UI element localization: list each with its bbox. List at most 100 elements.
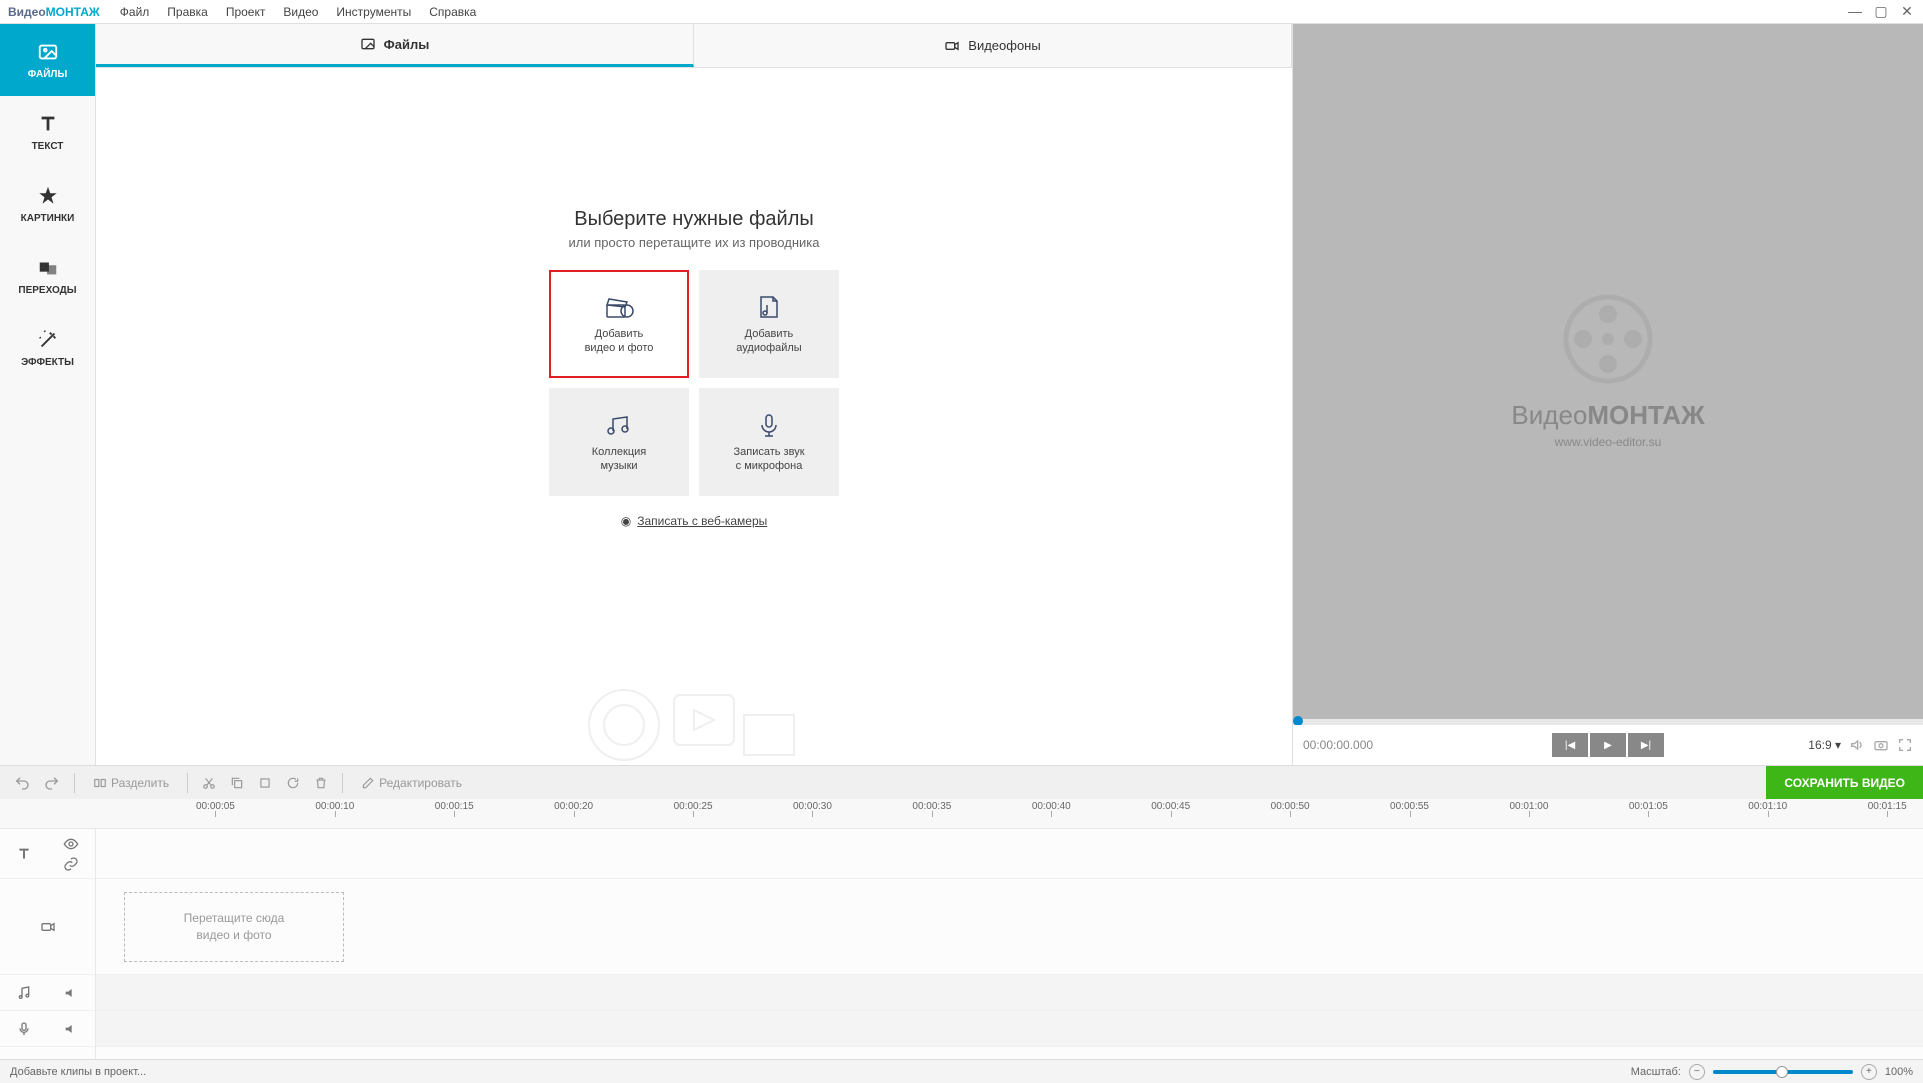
zoom-out-button[interactable]: − [1689,1064,1705,1080]
camera-icon [944,38,960,54]
tab-files-label: Файлы [384,37,430,52]
lane-text[interactable] [96,829,1923,879]
playback-buttons: |◀ ▶ ▶| [1552,733,1664,757]
logo-part1: Видео [8,5,46,19]
prev-frame-button[interactable]: |◀ [1552,733,1588,757]
menu-edit[interactable]: Правка [167,5,208,19]
lane-audio[interactable] [96,975,1923,1011]
snapshot-icon[interactable] [1873,737,1889,753]
crop-button[interactable] [254,772,276,794]
track-head-mic[interactable] [0,1011,95,1047]
link-icon[interactable] [63,856,79,872]
tab-video-backgrounds-label: Видеофоны [968,38,1040,53]
copy-button[interactable] [226,772,248,794]
track-head-video[interactable] [0,879,95,975]
minimize-button[interactable]: — [1847,3,1863,20]
cut-button[interactable] [198,772,220,794]
preview-right-controls: 16:9 ▾ [1808,737,1913,753]
music-note-icon [16,985,32,1001]
close-button[interactable]: ✕ [1899,3,1915,20]
fullscreen-icon[interactable] [1897,737,1913,753]
timeline-tracks: Перетащите сюдавидео и фото [0,829,1923,1059]
microphone-icon [753,411,785,439]
music-notes-icon [603,411,635,439]
image-icon [360,36,376,52]
card-add-video-photo[interactable]: Добавитьвидео и фото [549,270,689,378]
sidebar-tab-text[interactable]: ТЕКСТ [0,96,95,168]
redo-button[interactable] [40,771,64,795]
undo-button[interactable] [10,771,34,795]
menu-help[interactable]: Справка [429,5,476,19]
statusbar: Добавьте клипы в проект... Масштаб: − + … [0,1059,1923,1083]
clapperboard-icon [603,293,635,321]
titlebar: ВидеоМОНТАЖ Файл Правка Проект Видео Инс… [0,0,1923,24]
zoom-in-button[interactable]: + [1861,1064,1877,1080]
sidebar-label-text: ТЕКСТ [32,141,64,152]
center-body: Выберите нужные файлы или просто перетащ… [96,68,1292,765]
zoom-slider-handle[interactable] [1776,1066,1788,1078]
zoom-label: Масштаб: [1631,1066,1681,1078]
delete-button[interactable] [310,772,332,794]
menu-tools[interactable]: Инструменты [336,5,411,19]
sidebar-left: ФАЙЛЫ ТЕКСТ КАРТИНКИ ПЕРЕХОДЫ ЭФФЕКТЫ [0,24,96,765]
sidebar-tab-transitions[interactable]: ПЕРЕХОДЫ [0,240,95,312]
text-icon [16,846,32,862]
sidebar-tab-effects[interactable]: ЭФФЕКТЫ [0,312,95,384]
menu-project[interactable]: Проект [226,5,266,19]
track-head-audio[interactable] [0,975,95,1011]
split-button[interactable]: Разделить [85,772,177,794]
webcam-link-label: Записать с веб-камеры [637,514,767,528]
sidebar-label-effects: ЭФФЕКТЫ [21,357,74,368]
timeline-ruler[interactable]: 00:00:0500:00:1000:00:1500:00:2000:00:25… [0,799,1923,829]
status-hint: Добавьте клипы в проект... [10,1066,146,1078]
microphone-icon [16,1021,32,1037]
zoom-controls: Масштаб: − + 100% [1631,1064,1913,1080]
center-tabs: Файлы Видеофоны [96,24,1292,68]
card-add-audio[interactable]: Добавитьаудиофайлы [699,270,839,378]
eye-icon[interactable] [63,836,79,852]
volume-icon[interactable] [1849,737,1865,753]
audio-file-icon [753,293,785,321]
webcam-link[interactable]: ◉ Записать с веб-камеры [621,514,768,528]
save-video-button[interactable]: СОХРАНИТЬ ВИДЕО [1766,766,1923,800]
card-music-collection[interactable]: Коллекциямузыки [549,388,689,496]
background-decoration [564,655,824,765]
lane-video[interactable]: Перетащите сюдавидео и фото [96,879,1923,975]
sidebar-label-transitions: ПЕРЕХОДЫ [18,285,76,296]
webcam-icon: ◉ [621,514,631,528]
card-record-mic[interactable]: Записать звукс микрофона [699,388,839,496]
video-dropzone[interactable]: Перетащите сюдавидео и фото [124,892,344,962]
tab-video-backgrounds[interactable]: Видеофоны [694,24,1292,67]
speaker-icon[interactable] [63,985,79,1001]
maximize-button[interactable]: ▢ [1873,3,1889,20]
play-button[interactable]: ▶ [1590,733,1626,757]
speaker-icon[interactable] [63,1021,79,1037]
track-heads [0,829,96,1059]
menu-file[interactable]: Файл [120,5,150,19]
next-frame-button[interactable]: ▶| [1628,733,1664,757]
edit-button[interactable]: Редактировать [353,772,470,794]
text-icon [37,113,59,135]
lane-mic[interactable] [96,1011,1923,1047]
timeline: 00:00:0500:00:1000:00:1500:00:2000:00:25… [0,799,1923,1059]
rotate-button[interactable] [282,772,304,794]
app-logo: ВидеоМОНТАЖ [8,5,100,19]
menu-video[interactable]: Видео [283,5,318,19]
center-heading: Выберите нужные файлы [574,208,814,231]
sidebar-label-files: ФАЙЛЫ [28,69,68,80]
aspect-ratio-selector[interactable]: 16:9 ▾ [1808,738,1841,752]
video-camera-icon [40,919,56,935]
track-lanes: Перетащите сюдавидео и фото [96,829,1923,1059]
preview-url: www.video-editor.su [1555,435,1662,449]
track-head-text[interactable] [0,829,95,879]
separator [74,773,75,793]
wand-icon [37,329,59,351]
menu-bar: Файл Правка Проект Видео Инструменты Спр… [120,5,477,19]
sidebar-tab-files[interactable]: ФАЙЛЫ [0,24,95,96]
tab-files[interactable]: Файлы [96,24,694,67]
zoom-slider[interactable] [1713,1070,1853,1074]
center-subheading: или просто перетащите их из проводника [569,235,820,250]
sidebar-tab-pictures[interactable]: КАРТИНКИ [0,168,95,240]
logo-part2: МОНТАЖ [46,5,100,19]
preview-time: 00:00:00.000 [1303,738,1373,752]
